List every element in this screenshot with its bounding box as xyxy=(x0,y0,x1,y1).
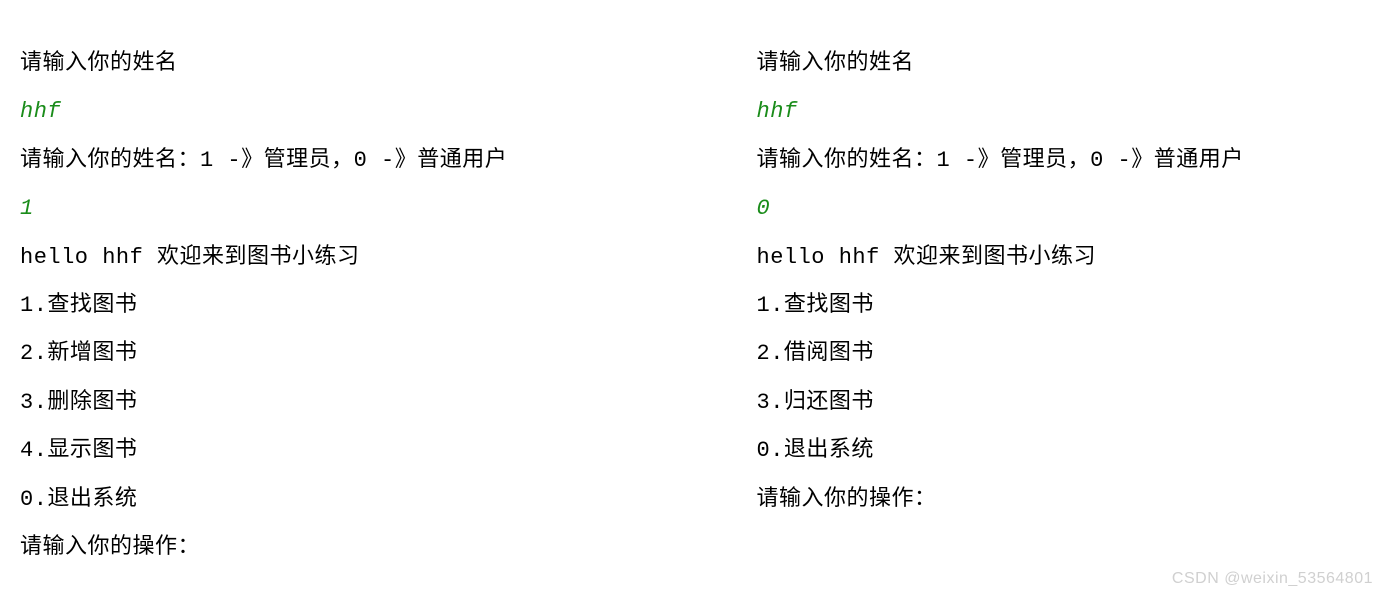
prompt-action-left: 请输入你的操作： xyxy=(20,524,637,572)
left-console-panel: 请输入你的姓名 hhf 请输入你的姓名：1 -》管理员，0 -》普通用户 1 h… xyxy=(20,40,637,572)
welcome-right: hello hhf 欢迎来到图书小练习 xyxy=(757,234,1374,282)
prompt-action-right: 请输入你的操作： xyxy=(757,476,1374,524)
menu-item-left: 3.删除图书 xyxy=(20,379,637,427)
watermark: CSDN @weixin_53564801 xyxy=(1172,570,1373,588)
menu-item-right: 1.查找图书 xyxy=(757,282,1374,330)
menu-item-left: 2.新增图书 xyxy=(20,330,637,378)
input-name-right: hhf xyxy=(757,88,1374,136)
menu-item-right: 2.借阅图书 xyxy=(757,330,1374,378)
menu-item-left: 0.退出系统 xyxy=(20,476,637,524)
prompt-role-left: 请输入你的姓名：1 -》管理员，0 -》普通用户 xyxy=(20,137,637,185)
menu-item-right: 0.退出系统 xyxy=(757,427,1374,475)
menu-item-left: 1.查找图书 xyxy=(20,282,637,330)
prompt-name-right: 请输入你的姓名 xyxy=(757,40,1374,88)
menu-item-left: 4.显示图书 xyxy=(20,427,637,475)
welcome-left: hello hhf 欢迎来到图书小练习 xyxy=(20,234,637,282)
input-role-left: 1 xyxy=(20,185,637,233)
input-name-left: hhf xyxy=(20,88,637,136)
prompt-role-right: 请输入你的姓名：1 -》管理员，0 -》普通用户 xyxy=(757,137,1374,185)
input-role-right: 0 xyxy=(757,185,1374,233)
prompt-name-left: 请输入你的姓名 xyxy=(20,40,637,88)
console-container: 请输入你的姓名 hhf 请输入你的姓名：1 -》管理员，0 -》普通用户 1 h… xyxy=(0,0,1393,592)
right-console-panel: 请输入你的姓名 hhf 请输入你的姓名：1 -》管理员，0 -》普通用户 0 h… xyxy=(757,40,1374,572)
menu-item-right: 3.归还图书 xyxy=(757,379,1374,427)
